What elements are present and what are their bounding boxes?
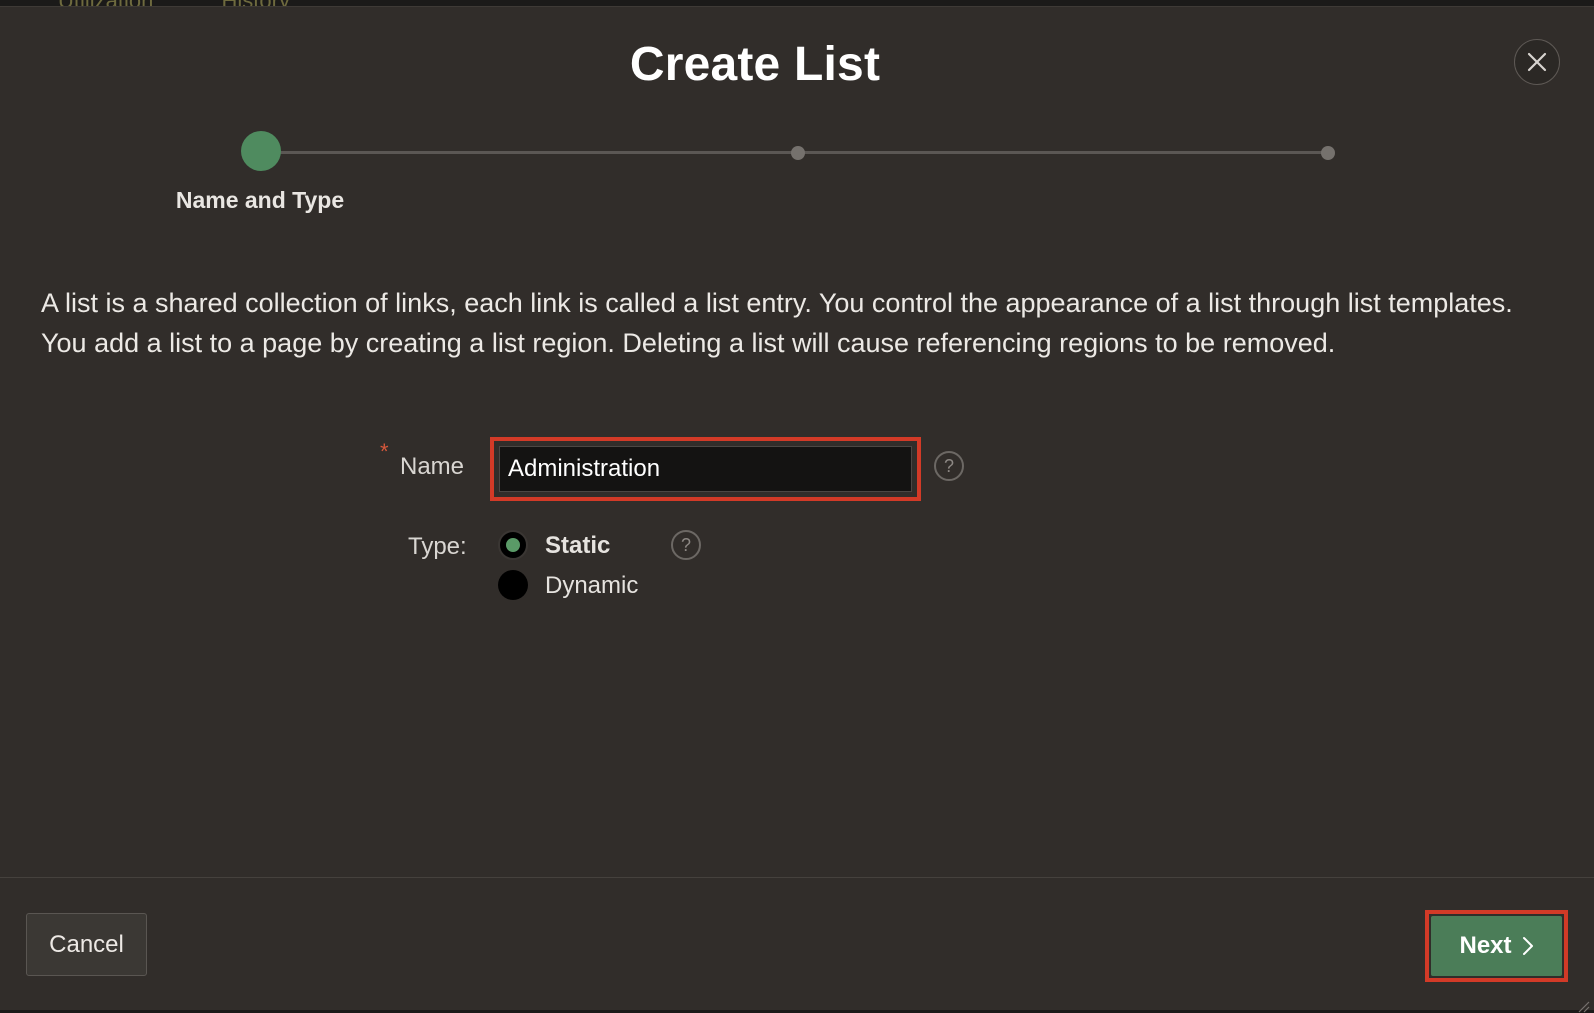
chevron-right-icon: [1522, 937, 1533, 955]
name-input[interactable]: [499, 446, 912, 492]
cancel-button[interactable]: Cancel: [26, 913, 147, 976]
required-indicator: *: [380, 439, 389, 464]
name-help-icon[interactable]: ?: [934, 451, 964, 481]
wizard-step-1-current: [241, 131, 281, 171]
create-list-dialog: Create List Name and Type A list is a sh…: [0, 6, 1594, 1013]
close-icon: [1527, 52, 1547, 72]
dialog-description: A list is a shared collection of links, …: [41, 288, 1513, 358]
type-static-radio[interactable]: [498, 530, 528, 560]
type-label: Type:: [408, 533, 467, 560]
close-button[interactable]: [1514, 39, 1560, 85]
dialog-title: Create List: [629, 38, 881, 91]
resize-grip-icon[interactable]: [1574, 997, 1590, 1013]
wizard-step-label: Name and Type: [175, 187, 345, 213]
footer-divider: [0, 877, 1594, 878]
type-help-icon[interactable]: ?: [671, 530, 701, 560]
next-button[interactable]: Next: [1431, 916, 1562, 976]
type-dynamic-radio[interactable]: [498, 570, 528, 600]
type-dynamic-label[interactable]: Dynamic: [545, 572, 638, 600]
type-static-label[interactable]: Static: [545, 532, 610, 560]
wizard-step-3: [1321, 146, 1335, 160]
next-button-label: Next: [1459, 932, 1512, 959]
name-label: Name: [400, 453, 465, 480]
wizard-step-2: [791, 146, 805, 160]
